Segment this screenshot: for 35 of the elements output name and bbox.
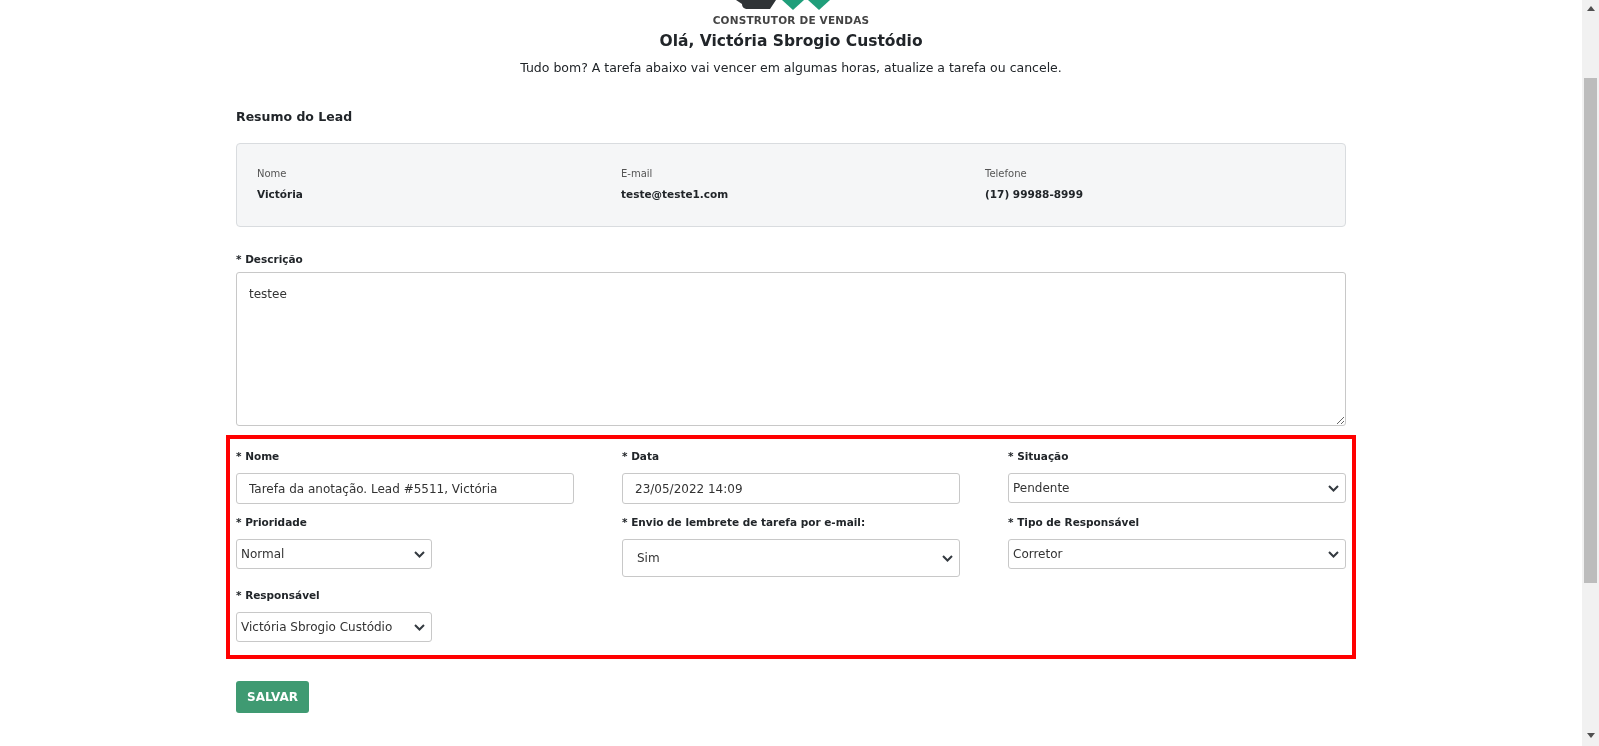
field-label: Telefone bbox=[985, 166, 1028, 181]
field-value: (17) 99988-8999 bbox=[985, 186, 1084, 202]
field-label: * Prioridade bbox=[236, 516, 307, 530]
greeting-title: Olá, Victória Sbrogio Custódio bbox=[658, 31, 924, 52]
text-field[interactable]: 23/05/2022 14:09 bbox=[622, 473, 960, 505]
chevron-down-icon bbox=[1328, 550, 1339, 558]
field-label: * Tipo de Responsável bbox=[1008, 516, 1140, 530]
chevron-down-icon bbox=[414, 550, 425, 558]
scrollbar-thumb[interactable] bbox=[1584, 78, 1597, 583]
logo-tagline: CONSTRUTOR DE VENDAS bbox=[711, 14, 871, 26]
select-field[interactable]: Corretor bbox=[1008, 539, 1346, 570]
select-field[interactable]: Sim bbox=[622, 539, 960, 578]
select-field[interactable]: Normal bbox=[236, 539, 432, 570]
scrollbar[interactable] bbox=[1582, 0, 1599, 746]
field-value: Victória bbox=[257, 186, 304, 202]
text-field[interactable]: Tarefa da anotação. Lead #5511, Victória bbox=[236, 473, 574, 505]
chevron-down-icon bbox=[1328, 484, 1339, 492]
scroll-up-icon[interactable] bbox=[1586, 6, 1595, 11]
reminder-message: Tudo bom? A tarefa abaixo vai vencer em algumas horas, atualize a tarefa ou cancele. bbox=[519, 59, 1063, 77]
chevron-down-icon bbox=[942, 554, 953, 562]
select-field[interactable]: Victória Sbrogio Custódio bbox=[236, 612, 432, 643]
field-label: * Descrição bbox=[236, 253, 303, 267]
description-field[interactable]: testee bbox=[236, 272, 1346, 427]
select-field[interactable]: Pendente bbox=[1008, 473, 1346, 504]
chevron-down-icon bbox=[414, 623, 425, 631]
field-label: E-mail bbox=[621, 166, 654, 181]
field-value: teste@teste1.com bbox=[621, 186, 730, 202]
field-label: * Situação bbox=[1008, 450, 1069, 464]
field-label: * Data bbox=[622, 450, 660, 464]
field-label: * Responsável bbox=[236, 589, 320, 603]
field-label: * Nome bbox=[236, 450, 280, 464]
scroll-down-icon[interactable] bbox=[1586, 733, 1595, 738]
section-title: Resumo do Lead bbox=[236, 107, 354, 126]
field-label: * Envio de lembrete de tarefa por e-mail: bbox=[622, 516, 866, 530]
field-label: Nome bbox=[257, 166, 288, 181]
